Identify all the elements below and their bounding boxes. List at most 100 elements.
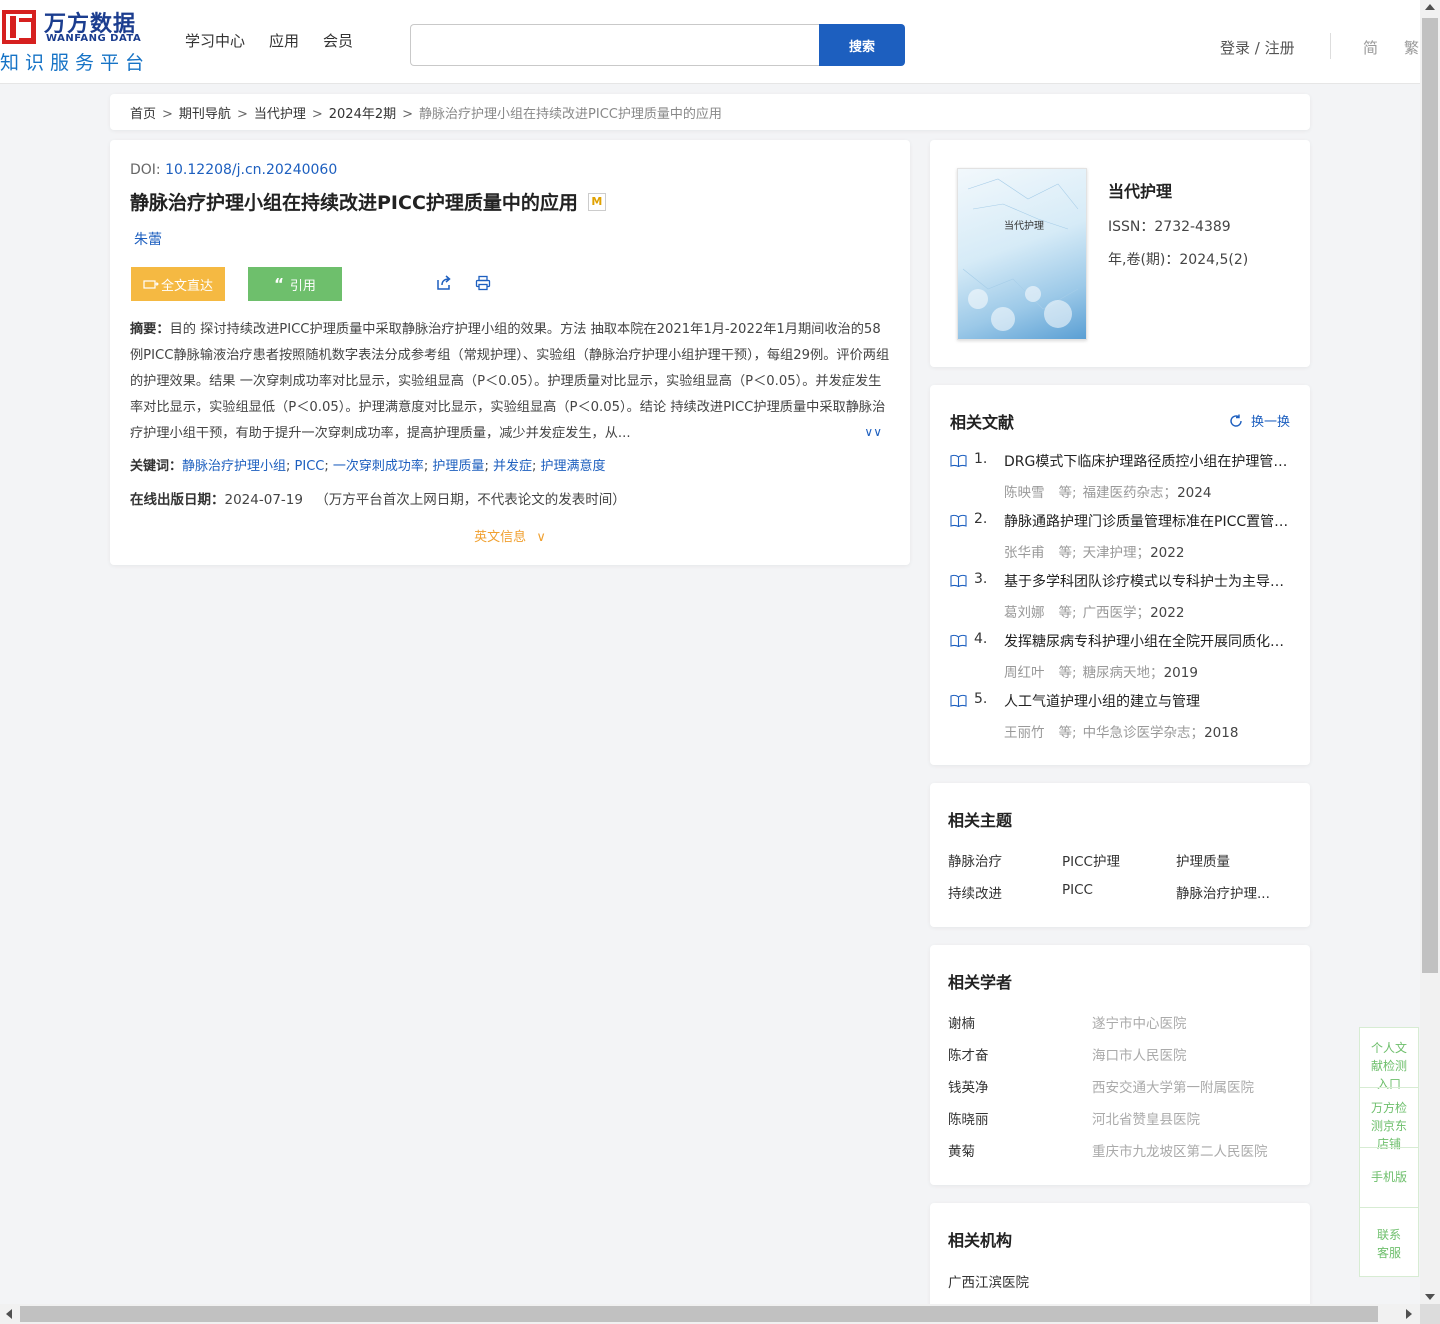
doc-source[interactable]: 广西医学； [1083, 605, 1151, 621]
scroll-right-arrow-icon[interactable] [1406, 1309, 1412, 1319]
article-detail-card: DOI: 10.12208/j.cn.20240060 静脉治疗护理小组在持续改… [110, 140, 910, 565]
contact-service-link[interactable]: 联系客服 [1360, 1226, 1418, 1262]
related-doc-title[interactable]: 人工气道护理小组的建立与管理 [1004, 691, 1289, 711]
item-number: 2. [974, 511, 988, 527]
doc-author[interactable]: 陈映雪 [1004, 485, 1045, 501]
scholar-org[interactable]: 遂宁市中心医院 [1092, 1012, 1187, 1032]
nav-learning-center[interactable]: 学习中心 [185, 30, 245, 51]
related-scholars-card: 相关学者 谢楠 遂宁市中心医院 陈才奋 海口市人民医院 钱英净 西安交通大学第一… [930, 945, 1310, 1185]
nav-apps[interactable]: 应用 [269, 30, 299, 51]
doc-year: 2022 [1150, 605, 1185, 621]
divider [1330, 33, 1331, 59]
related-docs-list: 1. DRG模式下临床护理路径质控小组在护理管理中的应用 陈映雪等; 福建医药杂志… [950, 447, 1290, 747]
expand-abstract-icon[interactable]: ∨∨ [864, 419, 882, 445]
keyword-link[interactable]: 一次穿刺成功率 [333, 459, 424, 474]
list-item[interactable]: 5. 人工气道护理小组的建立与管理 王丽竹 等; 中华急诊医学杂志；2018 [950, 687, 1290, 747]
doc-etal: 等; [1058, 545, 1077, 561]
item-number: 3. [974, 571, 988, 587]
refresh-button[interactable]: 换一换 [1229, 411, 1290, 430]
doc-source[interactable]: 中华急诊医学杂志； [1083, 725, 1205, 741]
scholar-name[interactable]: 黄菊 [948, 1140, 975, 1160]
search-button[interactable]: 搜索 [819, 24, 905, 66]
doc-etal: 等; [1058, 725, 1077, 741]
related-doc-meta: 葛刘娜 等; 广西医学；2022 [1004, 601, 1184, 621]
doc-author[interactable]: 张华甫 [1004, 545, 1045, 561]
doc-source[interactable]: 天津护理； [1083, 545, 1151, 561]
doi-link[interactable]: 10.12208/j.cn.20240060 [165, 162, 337, 178]
abstract-label: 摘要： [130, 322, 170, 337]
fulltext-button[interactable]: 全文直达 [131, 267, 225, 301]
scholar-name[interactable]: 陈才奋 [948, 1044, 989, 1064]
vertical-scroll-thumb[interactable] [1422, 18, 1438, 973]
keyword-link[interactable]: 静脉治疗护理小组 [182, 459, 286, 474]
doc-year: 2024 [1177, 485, 1212, 501]
login-register-link[interactable]: 登录 / 注册 [1220, 37, 1295, 58]
list-item[interactable]: 2. 静脉通路护理门诊质量管理标准在PICC置管患者中的应用 张华甫等; 天津护理… [950, 507, 1290, 567]
lang-traditional[interactable]: 繁 [1404, 37, 1419, 58]
topic-link[interactable]: PICC [1062, 882, 1093, 898]
related-doc-title[interactable]: 基于多学科团队诊疗模式以专科护士为主导的管理实践 [1004, 571, 1289, 591]
list-item[interactable]: 4. 发挥糖尿病专科护理小组在全院开展同质化护理中的作用 周红叶等; 糖尿病天地；… [950, 627, 1290, 687]
horizontal-scroll-thumb[interactable] [20, 1306, 1378, 1322]
doc-author[interactable]: 周红叶 [1004, 665, 1045, 681]
topic-link[interactable]: 持续改进 [948, 882, 1002, 902]
personal-check-entry[interactable]: 个人文献检测入口 [1360, 1039, 1418, 1093]
scholar-name[interactable]: 谢楠 [948, 1012, 975, 1032]
related-doc-title[interactable]: 发挥糖尿病专科护理小组在全院开展同质化护理中的作用 [1004, 631, 1289, 651]
mobile-version-link[interactable]: 手机版 [1360, 1168, 1418, 1186]
breadcrumb-issue[interactable]: 2024年2期 [329, 107, 396, 122]
list-item[interactable]: 1. DRG模式下临床护理路径质控小组在护理管理中的应用 陈映雪等; 福建医药杂志… [950, 447, 1290, 507]
scholar-org[interactable]: 海口市人民医院 [1092, 1044, 1187, 1064]
doc-author[interactable]: 王丽竹 [1004, 725, 1045, 741]
keyword-link[interactable]: 护理满意度 [540, 459, 605, 474]
scroll-left-arrow-icon[interactable] [6, 1309, 12, 1319]
doc-author[interactable]: 葛刘娜 [1004, 605, 1045, 621]
nav-membership[interactable]: 会员 [323, 30, 353, 51]
topic-link[interactable]: 静脉治疗 [948, 850, 1002, 870]
lang-simplified[interactable]: 简 [1363, 37, 1378, 58]
medline-badge-icon[interactable]: M [587, 192, 606, 211]
topic-link[interactable]: PICC护理 [1062, 850, 1120, 870]
scholar-org[interactable]: 重庆市九龙坡区第二人民医院 [1092, 1140, 1268, 1160]
horizontal-scrollbar[interactable] [0, 1304, 1420, 1324]
article-title-text: 静脉治疗护理小组在持续改进PICC护理质量中的应用 [130, 192, 578, 214]
keyword-link[interactable]: PICC [295, 459, 325, 474]
divider [1360, 1087, 1418, 1088]
doc-source[interactable]: 糖尿病天地； [1083, 665, 1164, 681]
doc-source[interactable]: 福建医药杂志； [1083, 485, 1178, 501]
cite-button[interactable]: “ 引用 [248, 267, 342, 301]
scroll-down-arrow-icon[interactable] [1425, 1294, 1435, 1300]
fulltext-icon [143, 280, 159, 289]
logo-subtitle: 知识服务平台 [0, 52, 151, 74]
breadcrumb-separator: > [311, 107, 323, 122]
topic-link[interactable]: 护理质量 [1176, 850, 1230, 870]
related-doc-title[interactable]: DRG模式下临床护理路径质控小组在护理管理中的应用 [1004, 451, 1289, 471]
topic-link[interactable]: 静脉治疗护理... [1176, 882, 1270, 902]
list-item[interactable]: 3. 基于多学科团队诊疗模式以专科护士为主导的管理实践 葛刘娜等; 广西医学；20… [950, 567, 1290, 627]
print-icon[interactable] [475, 275, 491, 291]
english-info-toggle[interactable]: 英文信息 ∨ [130, 526, 890, 545]
author-link[interactable]: 朱蕾 [134, 229, 890, 249]
scholar-org[interactable]: 河北省赞皇县医院 [1092, 1108, 1200, 1128]
scholar-name[interactable]: 钱英净 [948, 1076, 989, 1096]
keyword-link[interactable]: 并发症 [493, 459, 532, 474]
keyword-link[interactable]: 护理质量 [432, 459, 484, 474]
scholar-org[interactable]: 西安交通大学第一附属医院 [1092, 1076, 1254, 1096]
wanfang-logo[interactable]: 万方数据 WANFANG DATA 知识服务平台 [0, 6, 152, 74]
fulltext-label: 全文直达 [160, 278, 213, 294]
related-doc-title[interactable]: 静脉通路护理门诊质量管理标准在PICC置管患者中的应用 [1004, 511, 1289, 531]
breadcrumb-journal[interactable]: 当代护理 [254, 107, 306, 122]
jd-store-link[interactable]: 万方检测京东店铺 [1360, 1099, 1418, 1153]
chevron-down-icon: ∨ [536, 530, 546, 545]
search-input[interactable] [410, 24, 820, 66]
vertical-scrollbar[interactable] [1420, 0, 1440, 1304]
scholar-name[interactable]: 陈晓丽 [948, 1108, 989, 1128]
institution-link[interactable]: 广西江滨医院 [948, 1271, 1029, 1291]
breadcrumb-journal-nav[interactable]: 期刊导航 [179, 107, 231, 122]
journal-cover[interactable]: 当代护理 [957, 168, 1087, 340]
item-number: 4. [974, 631, 988, 647]
scroll-up-arrow-icon[interactable] [1425, 4, 1435, 10]
breadcrumb-home[interactable]: 首页 [130, 107, 156, 122]
share-icon[interactable] [436, 275, 452, 291]
journal-name[interactable]: 当代护理 [1108, 178, 1172, 202]
